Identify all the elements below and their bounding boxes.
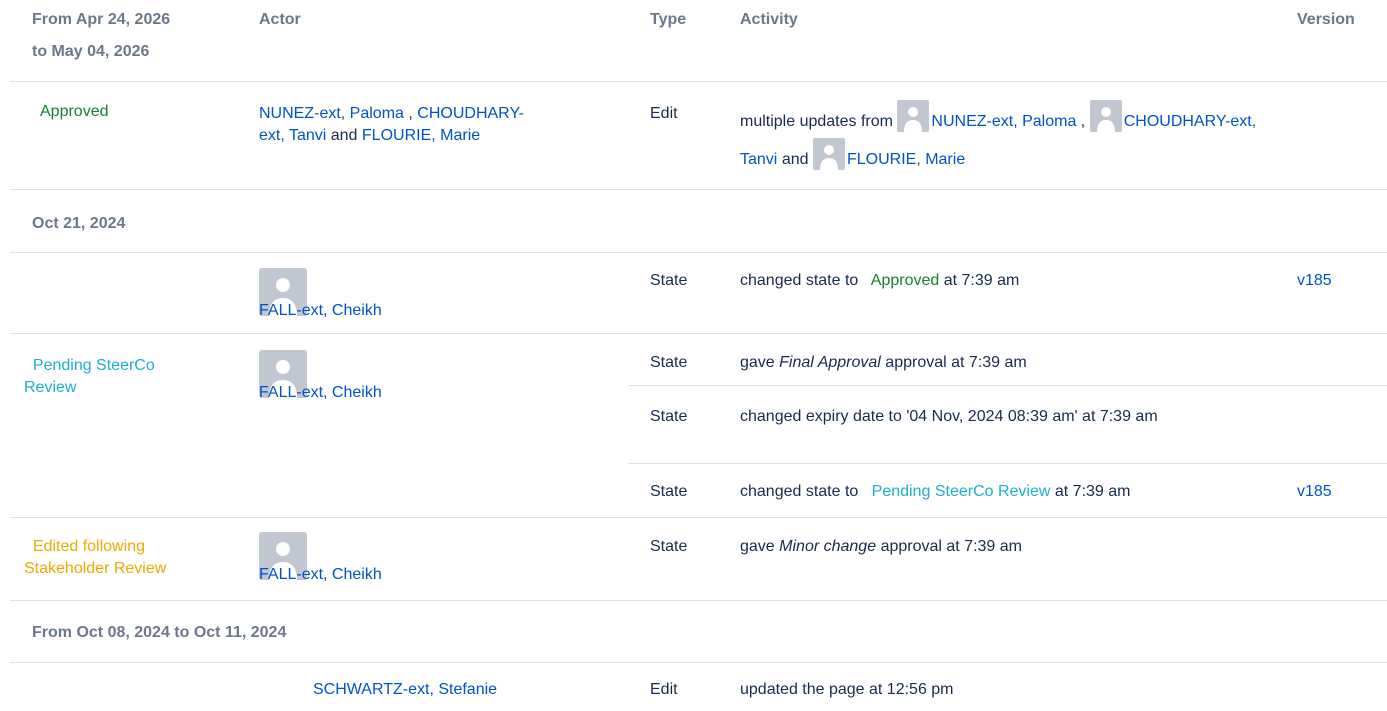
divider bbox=[10, 81, 1387, 82]
activity-time: at 7:39 am bbox=[943, 272, 1020, 289]
user-link-schwartz[interactable]: SCHWARTZ-ext, Stefanie bbox=[313, 679, 497, 701]
version-link[interactable]: v185 bbox=[1297, 270, 1332, 292]
activity-text: changed state to bbox=[740, 483, 859, 500]
header-version: Version bbox=[1297, 11, 1355, 28]
type-state: State bbox=[650, 408, 688, 425]
user-link-fall[interactable]: FALL-ext, Cheikh bbox=[259, 382, 382, 404]
user-link-flourie[interactable]: FLOURIE, Marie bbox=[847, 151, 965, 168]
state-label: Edited following Stakeholder Review bbox=[24, 538, 167, 577]
activity-time: approval at 7:39 am bbox=[880, 538, 1022, 555]
separator-and: and bbox=[330, 127, 358, 144]
avatar-icon bbox=[1089, 100, 1122, 132]
activity-time: approval at 7:39 am bbox=[885, 354, 1027, 371]
header-period-line2: to May 04, 2026 bbox=[32, 43, 150, 60]
divider bbox=[628, 385, 1387, 386]
state-badge-approved: Approved bbox=[40, 103, 109, 120]
divider bbox=[10, 662, 1387, 663]
approval-name: Final Approval bbox=[779, 354, 881, 371]
approval-name: Minor change bbox=[779, 538, 877, 555]
divider bbox=[10, 333, 1387, 334]
user-link-nunez[interactable]: NUNEZ-ext, Paloma bbox=[931, 113, 1076, 130]
activity-text: multiple updates from bbox=[740, 113, 893, 130]
state-badge-approved: Approved bbox=[870, 272, 940, 289]
separator-and: and bbox=[781, 151, 809, 168]
activity-state-change: changed state to Approved at 7:39 am bbox=[740, 270, 1019, 292]
divider bbox=[10, 189, 1387, 190]
divider bbox=[10, 517, 1387, 518]
activity-text: gave bbox=[740, 538, 775, 555]
activity-update: updated the page at 12:56 pm bbox=[740, 681, 954, 698]
header-period-line1: From Apr 24, 2026 bbox=[32, 11, 171, 28]
activity-time: at 7:39 am bbox=[1054, 483, 1131, 500]
type-state: State bbox=[650, 483, 688, 500]
actors-list: NUNEZ-ext, Paloma , CHOUDHARY-ext, Tanvi… bbox=[259, 103, 609, 147]
group-date: Oct 21, 2024 bbox=[32, 215, 126, 232]
header-type: Type bbox=[650, 11, 687, 28]
activity-text: changed state to bbox=[740, 272, 859, 289]
type-state: State bbox=[650, 354, 688, 371]
user-link-fall[interactable]: FALL-ext, Cheikh bbox=[259, 300, 382, 322]
user-link-fall[interactable]: FALL-ext, Cheikh bbox=[259, 564, 382, 586]
divider bbox=[10, 600, 1387, 601]
type-edit: Edit bbox=[650, 105, 678, 122]
activity-approval: gave Final Approval approval at 7:39 am bbox=[740, 352, 1027, 374]
avatar-icon bbox=[897, 100, 930, 132]
type-edit: Edit bbox=[650, 681, 678, 698]
separator: , bbox=[408, 105, 413, 122]
header-actor: Actor bbox=[259, 11, 301, 28]
state-badge-pending: Pending SteerCo Review bbox=[24, 355, 224, 399]
version-link[interactable]: v185 bbox=[1297, 481, 1332, 503]
state-badge-edited: Edited following Stakeholder Review bbox=[24, 536, 244, 580]
activity-text: gave bbox=[740, 354, 775, 371]
state-badge-pending: Pending SteerCo Review bbox=[871, 483, 1051, 500]
header-period: From Apr 24, 2026 to May 04, 2026 bbox=[32, 4, 170, 68]
activity-expiry: changed expiry date to '04 Nov, 2024 08:… bbox=[740, 408, 1158, 425]
divider bbox=[10, 252, 1387, 253]
header-activity: Activity bbox=[740, 11, 798, 28]
avatar-icon bbox=[812, 138, 845, 170]
user-link-flourie[interactable]: FLOURIE, Marie bbox=[362, 127, 480, 144]
state-label: Pending SteerCo Review bbox=[24, 357, 155, 396]
separator: , bbox=[1080, 113, 1086, 130]
divider bbox=[628, 463, 1387, 464]
type-state: State bbox=[650, 538, 688, 555]
activity-approval: gave Minor change approval at 7:39 am bbox=[740, 536, 1022, 558]
activity-multiple-updates: multiple updates from NUNEZ-ext, Paloma … bbox=[740, 100, 1260, 176]
group-date: From Oct 08, 2024 to Oct 11, 2024 bbox=[32, 624, 287, 641]
activity-state-change: changed state to Pending SteerCo Review … bbox=[740, 481, 1130, 503]
user-link-nunez[interactable]: NUNEZ-ext, Paloma bbox=[259, 105, 404, 122]
type-state: State bbox=[650, 272, 688, 289]
